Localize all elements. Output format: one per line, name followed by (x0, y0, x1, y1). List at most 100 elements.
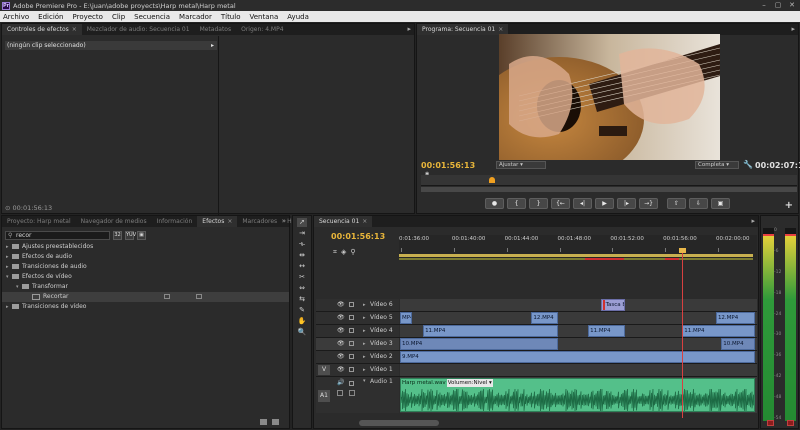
tab-sequence[interactable]: Secuencia 01 × (314, 216, 373, 227)
effects-folder[interactable]: ▸ Transiciones de vídeo (2, 302, 289, 312)
add-button[interactable]: + (785, 200, 793, 211)
timeline-timecode[interactable]: 00:01:56:13 (331, 232, 385, 241)
panel-menu-icon[interactable]: ▸ (791, 25, 795, 33)
timeline-time-ruler[interactable]: 0:01:36:00 00:01:40:00 00:01:44:00 00:01:48… (399, 235, 757, 260)
go-to-in-button[interactable]: {← (551, 198, 570, 209)
playhead-handle[interactable] (679, 248, 687, 253)
track-header[interactable]: 👁 ▸ Vídeo 5 (316, 312, 399, 324)
timeline-playhead[interactable] (679, 248, 687, 418)
lock-icon[interactable] (349, 328, 354, 333)
mark-in-button[interactable]: { (507, 198, 526, 209)
go-to-out-button[interactable]: →} (639, 198, 658, 209)
effect-controls-divider[interactable] (218, 36, 219, 224)
menu-item-proyecto[interactable]: Proyecto (73, 13, 103, 21)
yuv-effects-button[interactable]: ▣ (137, 230, 146, 240)
track-lane[interactable]: MP4 12.MP4 12.MP4 (400, 312, 757, 324)
menu-item-ayuda[interactable]: Ayuda (287, 13, 309, 21)
fit-dropdown[interactable]: Ajustar ▾ (496, 161, 546, 169)
maximize-button[interactable]: ▢ (774, 1, 782, 9)
hand-tool-icon[interactable]: ✋ (297, 317, 307, 326)
close-button[interactable]: ✕ (788, 1, 796, 9)
menu-item-edición[interactable]: Edición (38, 13, 63, 21)
work-area-bar[interactable] (399, 254, 753, 257)
effect-controls-tab-1[interactable]: Mezclador de audio: Secuencia 01 (82, 24, 195, 35)
track-header[interactable]: 👁 ▸ Vídeo 4 (316, 325, 399, 337)
speaker-icon[interactable]: 🔊 (337, 379, 344, 386)
video-clip[interactable]: Tasca Bat (600, 299, 626, 311)
lock-icon[interactable] (349, 367, 354, 372)
eye-icon[interactable]: 👁 (337, 338, 345, 350)
timeline-scrollbar[interactable] (359, 420, 439, 426)
eye-icon[interactable]: 👁 (337, 312, 345, 324)
slip-tool-icon[interactable]: ⇔ (297, 284, 307, 293)
effect-controls-tab-3[interactable]: Origen: 4.MP4 (236, 24, 288, 35)
lock-icon[interactable] (349, 315, 354, 320)
effects-panel-tab-4[interactable]: Marcadores (237, 216, 282, 227)
pen-tool-icon[interactable]: ✎ (297, 306, 307, 315)
track-lane[interactable]: 11.MP4 11.MP4 11.MP4 (400, 325, 757, 337)
track-header[interactable]: 👁 ▸ Vídeo 2 (316, 351, 399, 363)
extract-button[interactable]: ⇩ (689, 198, 708, 209)
add-keyframe-icon[interactable] (349, 390, 355, 396)
minimize-button[interactable]: – (760, 1, 768, 9)
panel-menu-icon[interactable]: ▸ (751, 217, 755, 225)
source-patch-button[interactable]: A1 (318, 390, 330, 402)
video-clip[interactable]: 11.MP4 (682, 325, 755, 337)
solo-right-button[interactable] (786, 420, 794, 426)
track-lane[interactable]: Tasca Bat (400, 299, 757, 311)
video-clip[interactable]: 12.MP4 (715, 312, 755, 324)
effect-controls-tab-2[interactable]: Metadatos (195, 24, 237, 35)
menu-item-archivo[interactable]: Archivo (3, 13, 29, 21)
lock-icon[interactable] (349, 381, 354, 386)
expanded-arrow-icon[interactable]: ▾ (363, 378, 366, 384)
effects-search-input[interactable]: ⚲ recor (5, 230, 110, 240)
program-time-ruler[interactable] (421, 175, 797, 186)
effects-folder[interactable]: ▾ Transformar (2, 282, 289, 292)
menu-item-título[interactable]: Título (221, 13, 241, 21)
solo-left-button[interactable] (767, 420, 775, 426)
close-tab-icon[interactable]: × (72, 26, 77, 33)
audio-clip[interactable]: Harp metal.wav Volumen:Nivel ▾ (400, 378, 755, 412)
eye-icon[interactable]: 👁 (337, 351, 345, 363)
sync-icon[interactable]: ⚲ (350, 248, 355, 257)
expand-arrow-icon[interactable]: ▸ (211, 41, 214, 50)
delete-icon[interactable] (272, 419, 279, 425)
effects-panel-tab-2[interactable]: Información (152, 216, 198, 227)
rolling-edit-tool-icon[interactable]: ⇹ (297, 251, 307, 260)
eye-icon[interactable]: 👁 (337, 299, 345, 311)
collapsed-arrow-icon[interactable]: ▸ (363, 364, 366, 376)
marker-icon[interactable]: ◈ (341, 248, 346, 257)
program-playhead[interactable] (488, 177, 495, 183)
32bit-effects-button[interactable]: YUV (125, 230, 136, 240)
video-clip[interactable]: 12.MP4 (531, 312, 558, 324)
video-clip[interactable]: MP4 (400, 312, 413, 324)
track-select-tool-icon[interactable]: ⇥ (297, 229, 307, 238)
accelerated-effects-button[interactable]: 32 (113, 230, 122, 240)
track-lane[interactable] (400, 364, 757, 376)
video-clip[interactable]: 10.MP4 (400, 338, 558, 350)
collapsed-arrow-icon[interactable]: ▸ (363, 312, 366, 324)
source-patch-button[interactable]: V (318, 365, 330, 375)
lock-icon[interactable] (349, 302, 354, 307)
effect-controls-tab-0[interactable]: Controles de efectos × (2, 24, 82, 35)
menu-item-ventana[interactable]: Ventana (249, 13, 278, 21)
video-clip[interactable]: 10.MP4 (721, 338, 755, 350)
eye-icon[interactable]: 👁 (337, 325, 345, 337)
marker-button[interactable]: ● (485, 198, 504, 209)
rate-stretch-tool-icon[interactable]: ↔ (297, 262, 307, 271)
quality-dropdown[interactable]: Completa ▾ (695, 161, 739, 169)
tab-program[interactable]: Programa: Secuencia 01 × (417, 24, 509, 35)
play-button[interactable]: ▶ (595, 198, 614, 209)
panel-menu-icon[interactable]: » (282, 217, 286, 225)
eye-icon[interactable]: 👁 (337, 364, 345, 376)
keyframe-display-icon[interactable] (337, 390, 343, 396)
effects-panel-tab-0[interactable]: Proyecto: Harp metal (2, 216, 76, 227)
audio-track-lane[interactable]: Harp metal.wav Volumen:Nivel ▾ (400, 377, 757, 413)
no-clip-selected-row[interactable]: (ningún clip seleccionado) ▸ (5, 41, 217, 50)
effects-panel-tab-3[interactable]: Efectos × (197, 216, 238, 227)
effects-folder[interactable]: ▸ Efectos de audio (2, 252, 289, 262)
selection-tool-icon[interactable]: ➚ (297, 218, 307, 227)
snap-icon[interactable]: ⌗ (333, 248, 337, 257)
track-header[interactable]: V 👁 ▸ Vídeo 1 (316, 364, 399, 376)
lock-icon[interactable] (349, 354, 354, 359)
